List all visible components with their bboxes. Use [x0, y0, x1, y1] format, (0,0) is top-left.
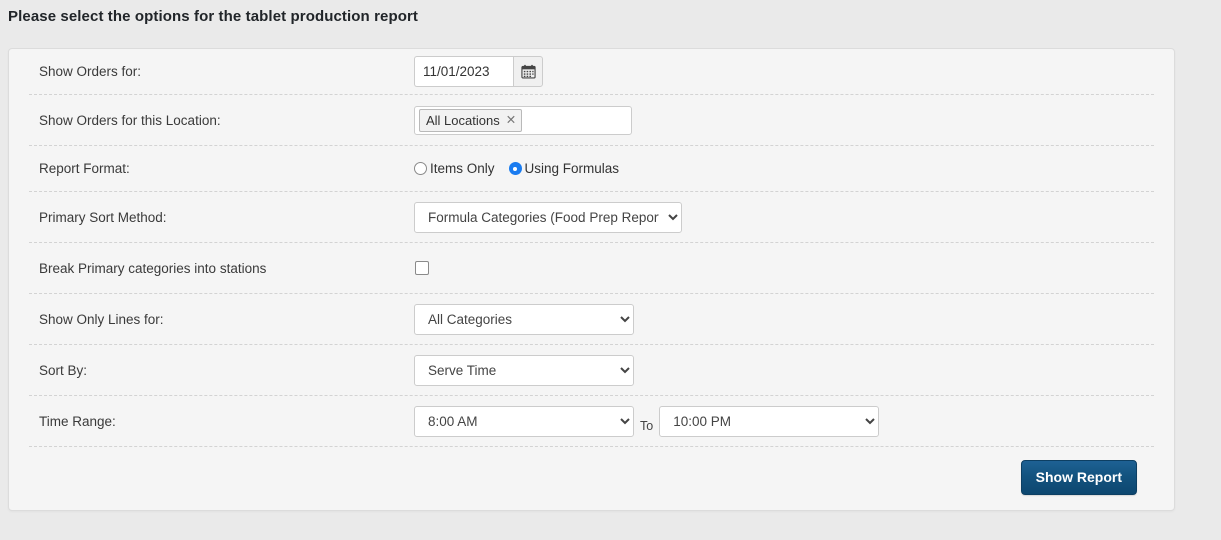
primary-sort-method-select[interactable]: Formula Categories (Food Prep Report): [414, 202, 682, 233]
break-into-stations-checkbox[interactable]: [415, 261, 429, 275]
time-range-to-select[interactable]: 10:00 PM: [659, 406, 879, 437]
label-report-format: Report Format:: [29, 161, 414, 176]
label-show-orders-location: Show Orders for this Location:: [29, 113, 414, 128]
row-show-orders-location: Show Orders for this Location: All Locat…: [29, 95, 1154, 146]
calendar-icon: [521, 64, 536, 79]
time-range-to-label: To: [640, 419, 653, 437]
location-tag-label: All Locations: [426, 113, 500, 128]
control-show-only-lines: All Categories: [414, 304, 634, 335]
control-show-orders-for: [414, 56, 543, 87]
row-break-into-stations: Break Primary categories into stations: [29, 243, 1154, 294]
label-show-only-lines: Show Only Lines for:: [29, 312, 414, 327]
radio-using-formulas-label: Using Formulas: [525, 161, 620, 176]
show-report-button[interactable]: Show Report: [1021, 460, 1137, 495]
row-time-range: Time Range: 8:00 AM To 10:00 PM: [29, 396, 1154, 447]
row-show-only-lines: Show Only Lines for: All Categories: [29, 294, 1154, 345]
radio-items-only-indicator[interactable]: [414, 162, 427, 175]
label-sort-by: Sort By:: [29, 363, 414, 378]
page-title: Please select the options for the tablet…: [8, 8, 418, 25]
label-time-range: Time Range:: [29, 414, 414, 429]
row-show-orders-for: Show Orders for:: [29, 49, 1154, 95]
panel-footer: Show Report: [29, 447, 1154, 508]
control-show-orders-location: All Locations ✕: [414, 106, 632, 135]
report-options-panel: Show Orders for:: [8, 48, 1175, 511]
row-sort-by: Sort By: Serve Time: [29, 345, 1154, 396]
control-sort-by: Serve Time: [414, 355, 634, 386]
location-multiselect[interactable]: All Locations ✕: [414, 106, 632, 135]
order-date-input[interactable]: [414, 56, 513, 87]
label-primary-sort-method: Primary Sort Method:: [29, 210, 414, 225]
radio-items-only[interactable]: Items Only: [414, 161, 495, 176]
date-input-group: [414, 56, 543, 87]
label-break-into-stations: Break Primary categories into stations: [29, 261, 414, 276]
radio-items-only-label: Items Only: [430, 161, 495, 176]
location-tag[interactable]: All Locations ✕: [419, 109, 522, 132]
radio-using-formulas-indicator[interactable]: [509, 162, 522, 175]
remove-location-tag-icon[interactable]: ✕: [506, 114, 516, 127]
control-break-into-stations: [414, 261, 429, 275]
row-report-format: Report Format: Items Only Using Formulas: [29, 146, 1154, 192]
label-show-orders-for: Show Orders for:: [29, 64, 414, 79]
sort-by-select[interactable]: Serve Time: [414, 355, 634, 386]
time-range-from-select[interactable]: 8:00 AM: [414, 406, 634, 437]
calendar-button[interactable]: [513, 56, 543, 87]
radio-using-formulas[interactable]: Using Formulas: [509, 161, 620, 176]
control-report-format: Items Only Using Formulas: [414, 161, 619, 176]
control-primary-sort-method: Formula Categories (Food Prep Report): [414, 202, 682, 233]
control-time-range: 8:00 AM To 10:00 PM: [414, 406, 879, 437]
show-only-lines-select[interactable]: All Categories: [414, 304, 634, 335]
row-primary-sort-method: Primary Sort Method: Formula Categories …: [29, 192, 1154, 243]
